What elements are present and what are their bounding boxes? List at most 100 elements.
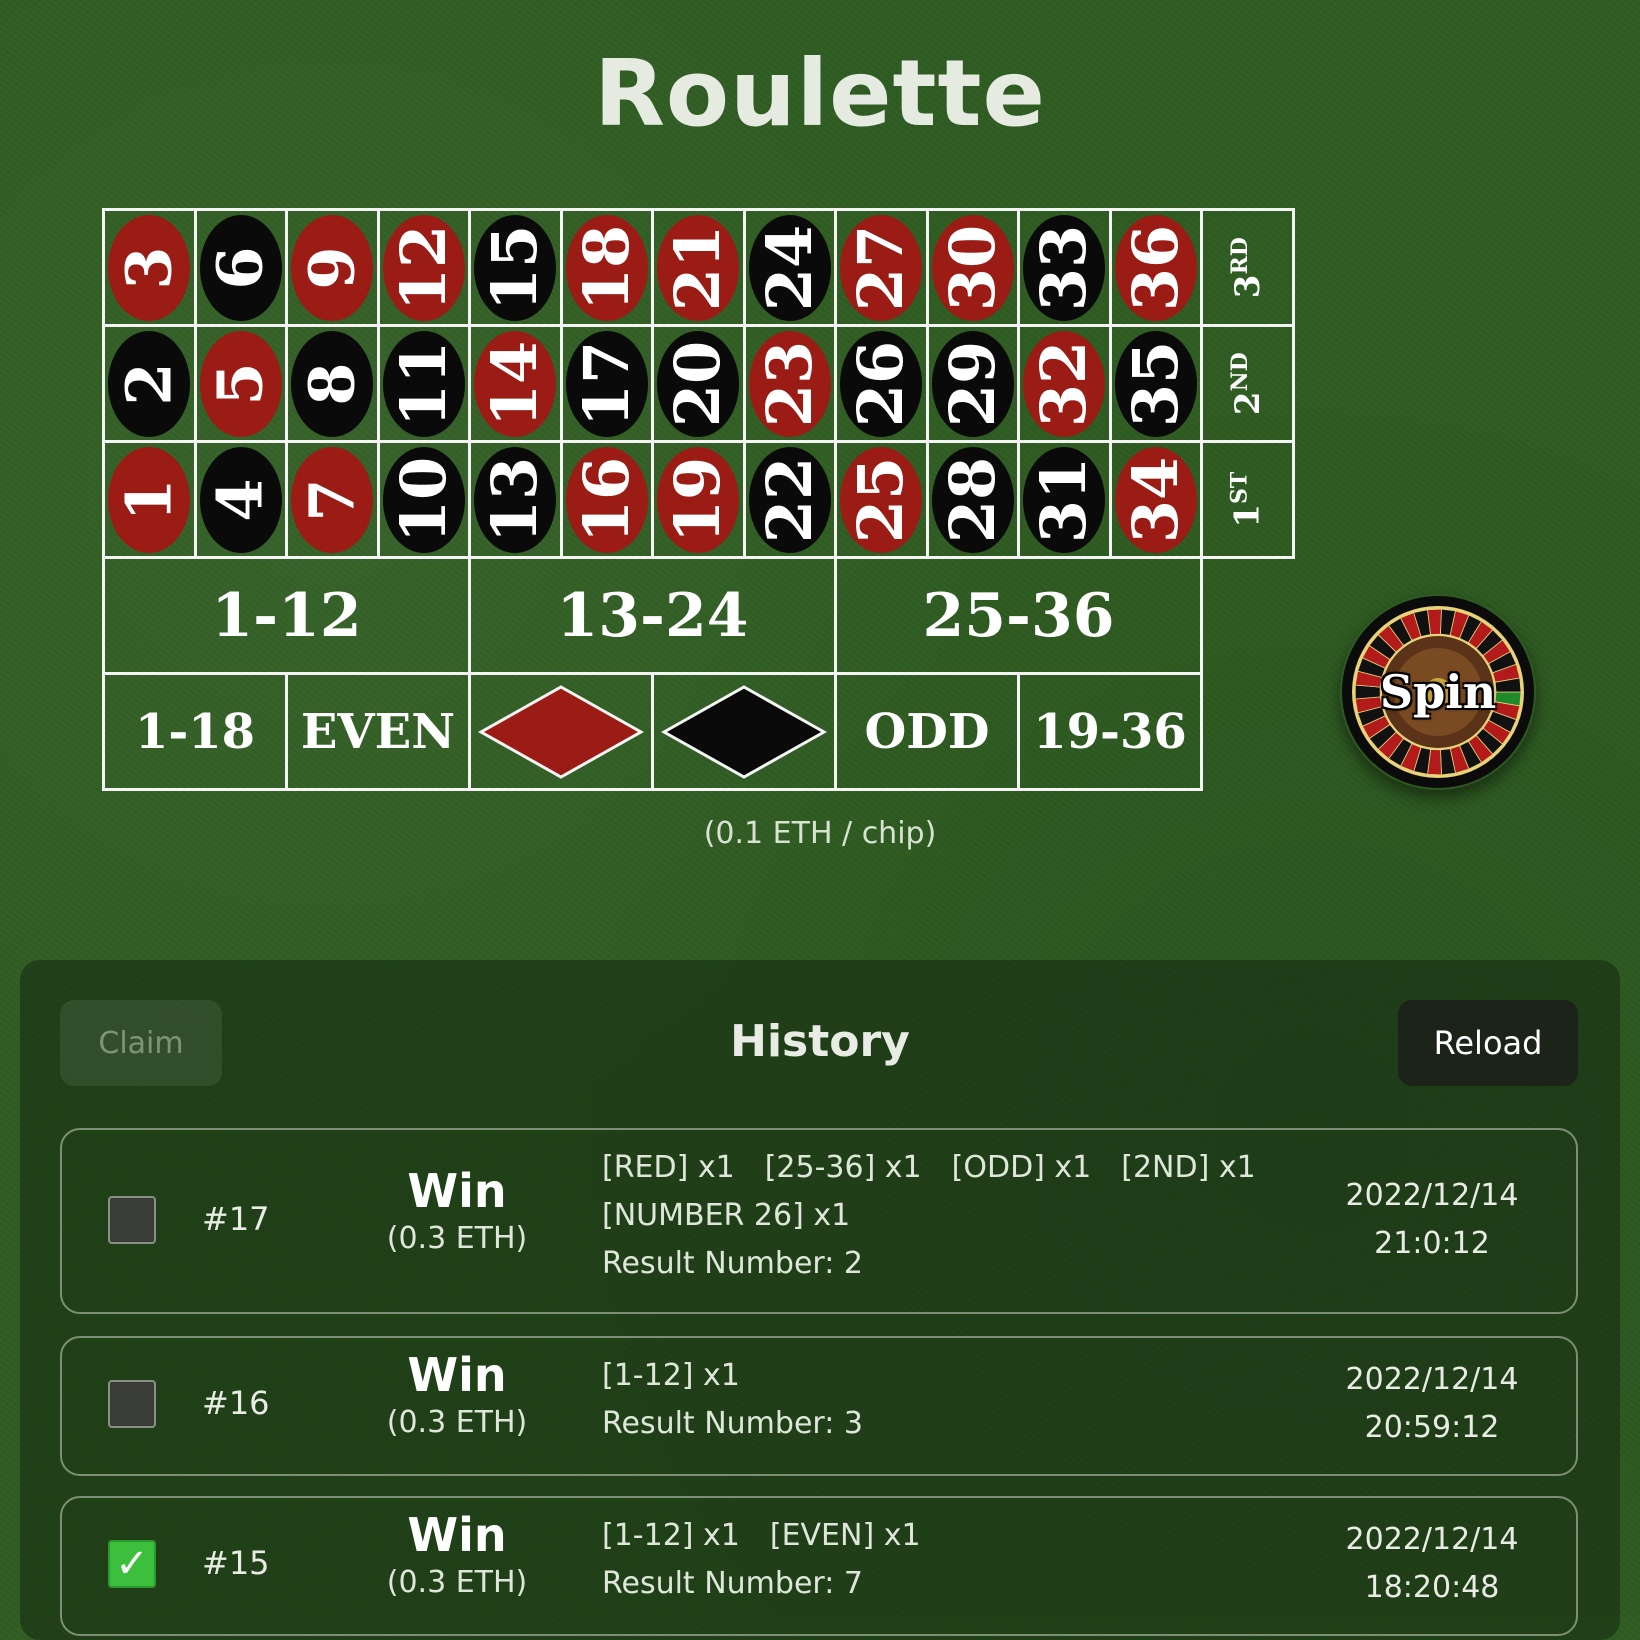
row-result: Win (0.3 ETH) [322, 1350, 592, 1440]
spin-button[interactable]: Spin [1340, 594, 1536, 790]
number-cell-13[interactable]: 13 [468, 440, 563, 559]
number-oval: 35 [1114, 330, 1197, 437]
number-cell-7[interactable]: 7 [285, 440, 380, 559]
number-label: 23 [752, 340, 826, 427]
number-cell-22[interactable]: 22 [742, 440, 837, 559]
row-datetime: 2022/12/14 18:20:48 [1302, 1516, 1562, 1612]
red-diamond-icon [478, 684, 644, 779]
number-label: 8 [295, 361, 369, 406]
column-suffix: RD [1226, 236, 1253, 275]
number-cell-2[interactable]: 2 [102, 324, 197, 443]
number-cell-16[interactable]: 16 [559, 440, 654, 559]
row-bets: [1-12] x1 Result Number: 3 [602, 1352, 863, 1448]
number-oval: 36 [1114, 214, 1197, 321]
history-title: History [730, 1016, 910, 1067]
number-label: 30 [935, 224, 1009, 311]
number-cell-4[interactable]: 4 [193, 440, 288, 559]
number-cell-27[interactable]: 27 [834, 208, 929, 327]
number-cell-31[interactable]: 31 [1017, 440, 1112, 559]
number-cell-14[interactable]: 14 [468, 324, 563, 443]
number-cell-10[interactable]: 10 [376, 440, 471, 559]
number-cell-34[interactable]: 34 [1108, 440, 1203, 559]
odd-bet[interactable]: ODD [834, 672, 1020, 791]
number-cell-3[interactable]: 3 [102, 208, 197, 327]
row-result: Win (0.3 ETH) [322, 1166, 592, 1256]
number-cell-33[interactable]: 33 [1017, 208, 1112, 327]
number-oval: 34 [1114, 446, 1197, 553]
row-time: 21:0:12 [1374, 1226, 1490, 1261]
number-cell-12[interactable]: 12 [376, 208, 471, 327]
page-title: Roulette [594, 40, 1046, 147]
row-date: 2022/12/14 [1345, 1362, 1519, 1397]
reload-button[interactable]: Reload [1398, 1000, 1578, 1086]
number-cell-35[interactable]: 35 [1108, 324, 1203, 443]
black-diamond-icon [661, 684, 827, 779]
bet-item: [EVEN] x1 [769, 1518, 921, 1553]
number-cell-32[interactable]: 32 [1017, 324, 1112, 443]
number-oval: 24 [748, 214, 831, 321]
number-oval: 5 [199, 330, 282, 437]
dozen-bet-1-12[interactable]: 1-12 [102, 556, 471, 675]
dozen-label: 25-36 [922, 580, 1115, 651]
column-number: 1 [1227, 503, 1268, 528]
number-cell-11[interactable]: 11 [376, 324, 471, 443]
row-id: #16 [202, 1384, 270, 1422]
number-label: 11 [386, 340, 460, 427]
red-bet[interactable] [468, 672, 654, 791]
dozen-bet-13-24[interactable]: 13-24 [468, 556, 837, 675]
even-label: EVEN [300, 703, 456, 760]
number-oval: 20 [657, 330, 740, 437]
number-cell-18[interactable]: 18 [559, 208, 654, 327]
number-label: 1 [112, 477, 186, 522]
number-cell-24[interactable]: 24 [742, 208, 837, 327]
number-cell-9[interactable]: 9 [285, 208, 380, 327]
number-cell-20[interactable]: 20 [651, 324, 746, 443]
row-checkbox[interactable]: ✓ [108, 1540, 156, 1588]
number-cell-17[interactable]: 17 [559, 324, 654, 443]
black-bet[interactable] [651, 672, 837, 791]
number-oval: 29 [931, 330, 1014, 437]
number-cell-36[interactable]: 36 [1108, 208, 1203, 327]
number-oval: 32 [1023, 330, 1106, 437]
number-cell-25[interactable]: 25 [834, 440, 929, 559]
even-bet[interactable]: EVEN [285, 672, 471, 791]
number-label: 3 [112, 245, 186, 290]
row-result: Win (0.3 ETH) [322, 1510, 592, 1600]
number-oval: 31 [1023, 446, 1106, 553]
number-cell-23[interactable]: 23 [742, 324, 837, 443]
number-cell-8[interactable]: 8 [285, 324, 380, 443]
dozen-bet-25-36[interactable]: 25-36 [834, 556, 1203, 675]
column-bet-2nd[interactable]: 2ND [1200, 324, 1295, 443]
number-label: 29 [935, 340, 1009, 427]
number-oval: 25 [840, 446, 923, 553]
number-cell-28[interactable]: 28 [925, 440, 1020, 559]
number-cell-5[interactable]: 5 [193, 324, 288, 443]
low-bet[interactable]: 1-18 [102, 672, 288, 791]
number-label: 6 [203, 245, 277, 290]
number-oval: 19 [657, 446, 740, 553]
number-cell-26[interactable]: 26 [834, 324, 929, 443]
number-cell-19[interactable]: 19 [651, 440, 746, 559]
number-cell-6[interactable]: 6 [193, 208, 288, 327]
number-oval: 12 [382, 214, 465, 321]
row-checkbox[interactable] [108, 1196, 156, 1244]
number-label: 7 [295, 477, 369, 522]
number-cell-30[interactable]: 30 [925, 208, 1020, 327]
row-time: 18:20:48 [1364, 1570, 1500, 1605]
number-cell-1[interactable]: 1 [102, 440, 197, 559]
number-cell-21[interactable]: 21 [651, 208, 746, 327]
number-label: 33 [1027, 224, 1101, 311]
number-oval: 28 [931, 446, 1014, 553]
result-amount: (0.3 ETH) [386, 1564, 528, 1600]
column-bet-3rd[interactable]: 3RD [1200, 208, 1295, 327]
number-oval: 6 [199, 214, 282, 321]
column-bet-1st[interactable]: 1ST [1200, 440, 1295, 559]
number-oval: 22 [748, 446, 831, 553]
history-panel: Claim History Reload #17 Win (0.3 ETH) [RED… [20, 960, 1620, 1640]
number-cell-15[interactable]: 15 [468, 208, 563, 327]
number-oval: 26 [840, 330, 923, 437]
number-cell-29[interactable]: 29 [925, 324, 1020, 443]
number-label: 18 [569, 224, 643, 311]
high-bet[interactable]: 19-36 [1017, 672, 1203, 791]
row-checkbox[interactable] [108, 1380, 156, 1428]
